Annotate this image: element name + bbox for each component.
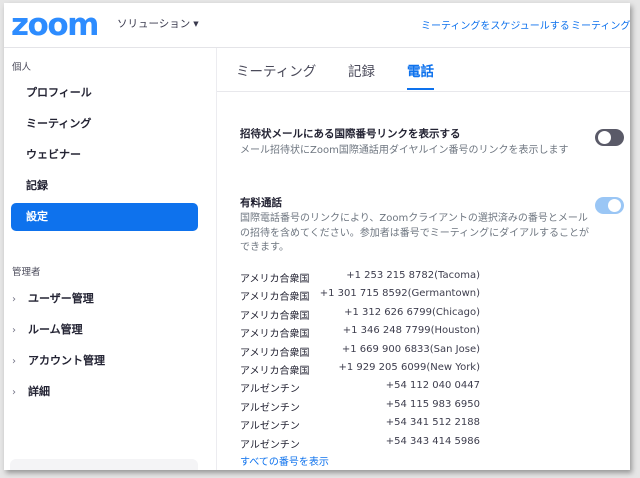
list-item: アルゼンチン +54 112 040 0447	[240, 380, 480, 398]
country-name: アメリカ合衆国	[240, 310, 310, 322]
phone-number: +54 341 512 2188	[385, 417, 480, 429]
show-all-numbers-link[interactable]: すべての番号を表示	[240, 453, 329, 468]
sidebar-item-advanced[interactable]: › 詳細	[12, 383, 50, 401]
phone-number: +1 301 715 8592(Germantown)	[319, 288, 480, 300]
join-meeting-link[interactable]: ミーティングに参加する	[571, 17, 630, 32]
sidebar-item-settings[interactable]: 設定	[11, 203, 198, 231]
solutions-label: ソリューション	[117, 18, 191, 30]
sidebar-item-meetings[interactable]: ミーティング	[11, 110, 198, 138]
setting-desc-toll-call: 国際電話番号のリンクにより、Zoomクライアントの選択済みの番号とメールの招待を…	[240, 213, 589, 253]
setting-desc-international-link: メール招待状にZoom国際通話用ダイヤルイン番号のリンクを表示します	[240, 145, 569, 156]
phone-number: +1 669 900 6833(San Jose)	[341, 343, 480, 355]
sidebar-item-recordings[interactable]: 記録	[11, 172, 198, 200]
list-item: アメリカ合衆国 +1 346 248 7799(Houston)	[240, 325, 480, 343]
phone-number: +54 343 414 5986	[385, 435, 480, 447]
list-item: アルゼンチン +54 115 983 6950	[240, 399, 480, 417]
toggle-knob	[608, 199, 621, 212]
admin-section-label: 管理者	[12, 267, 41, 278]
phone-number: +54 115 983 6950	[385, 398, 480, 410]
sidebar-item-label: ルーム管理	[28, 323, 83, 336]
settings-tabs: ミーティング 記録 電話	[217, 48, 630, 92]
phone-number-list: アメリカ合衆国 +1 253 215 8782(Tacoma) アメリカ合衆国 +1…	[240, 270, 480, 454]
browser-frame: zoom ソリューション▼ ミーティングをスケジュールする ミーティングに参加す…	[4, 3, 630, 470]
caret-down-icon: ▼	[193, 20, 199, 28]
tab-meeting[interactable]: ミーティング	[236, 60, 316, 90]
zoom-logo[interactable]: zoom	[11, 7, 99, 43]
country-name: アメリカ合衆国	[240, 329, 310, 341]
list-item: アメリカ合衆国 +1 929 205 6099(New York)	[240, 362, 480, 380]
international-link-toggle[interactable]	[595, 129, 624, 146]
chevron-right-icon: ›	[12, 387, 16, 398]
sidebar-item-label: ユーザー管理	[28, 292, 94, 305]
sidebar-item-label: 詳細	[28, 385, 50, 398]
country-name: アルゼンチン	[240, 439, 300, 451]
sidebar-item-webinars[interactable]: ウェビナー	[11, 141, 198, 169]
sidebar-item-profile[interactable]: プロフィール	[11, 79, 198, 107]
solutions-menu[interactable]: ソリューション ▼	[117, 16, 199, 31]
sidebar-bottom-panel	[10, 459, 198, 470]
chevron-right-icon: ›	[12, 294, 16, 305]
tab-telephone[interactable]: 電話	[407, 60, 434, 90]
chevron-right-icon: ›	[12, 325, 16, 336]
list-item: アメリカ合衆国 +1 669 900 6833(San Jose)	[240, 344, 480, 362]
sidebar-item-account-management[interactable]: › アカウント管理	[12, 352, 105, 370]
toggle-knob	[598, 131, 611, 144]
sidebar-item-label: アカウント管理	[28, 354, 105, 367]
list-item: アメリカ合衆国 +1 312 626 6799(Chicago)	[240, 307, 480, 325]
phone-number: +54 112 040 0447	[385, 380, 480, 392]
setting-title-international-link: 招待状メールにある国際番号リンクを表示する	[240, 128, 461, 140]
country-name: アルゼンチン	[240, 421, 300, 433]
settings-main-panel: ミーティング 記録 電話 招待状メールにある国際番号リンクを表示する メール招待…	[216, 48, 630, 470]
phone-number: +1 346 248 7799(Houston)	[342, 325, 480, 337]
sidebar: 個人 プロフィール ミーティング ウェビナー 記録 設定 管理者 › ユーザー管理…	[4, 48, 216, 470]
personal-section-label: 個人	[12, 62, 32, 73]
sidebar-item-room-management[interactable]: › ルーム管理	[12, 321, 83, 339]
phone-number: +1 253 215 8782(Tacoma)	[346, 270, 480, 281]
country-name: アルゼンチン	[240, 384, 300, 396]
country-name: アメリカ合衆国	[240, 292, 310, 304]
list-item: アメリカ合衆国 +1 253 215 8782(Tacoma)	[240, 270, 480, 288]
list-item: アルゼンチン +54 343 414 5986	[240, 436, 480, 454]
list-item: アルゼンチン +54 341 512 2188	[240, 417, 480, 435]
sidebar-item-user-management[interactable]: › ユーザー管理	[12, 290, 94, 308]
top-navigation-bar: zoom ソリューション▼ ミーティングをスケジュールする ミーティングに参加す…	[4, 3, 630, 48]
country-name: アメリカ合衆国	[240, 365, 310, 377]
list-item: アメリカ合衆国 +1 301 715 8592(Germantown)	[240, 288, 480, 306]
country-name: アメリカ合衆国	[240, 347, 310, 359]
phone-number: +1 929 205 6099(New York)	[338, 361, 481, 373]
phone-number: +1 312 626 6799(Chicago)	[344, 306, 480, 318]
schedule-meeting-link[interactable]: ミーティングをスケジュールする	[421, 17, 570, 32]
setting-title-toll-call: 有料通話	[240, 197, 282, 209]
toll-call-toggle[interactable]	[595, 197, 624, 214]
chevron-right-icon: ›	[12, 356, 16, 367]
country-name: アメリカ合衆国	[240, 274, 310, 285]
country-name: アルゼンチン	[240, 402, 300, 414]
tab-recording[interactable]: 記録	[348, 60, 375, 90]
